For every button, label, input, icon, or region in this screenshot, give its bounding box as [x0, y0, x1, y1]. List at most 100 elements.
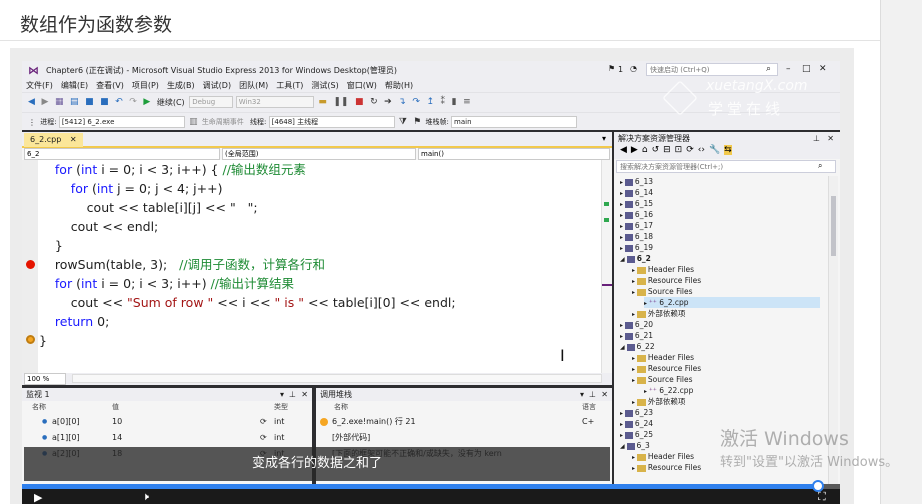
tab-6_2-cpp[interactable]: 6_2.cpp ✕: [24, 133, 83, 147]
menu-item[interactable]: 团队(M): [235, 79, 272, 92]
tree-item[interactable]: ▸ 6_19: [620, 242, 653, 253]
thread-select[interactable]: [4648] 主线程: [268, 116, 395, 128]
menu-item[interactable]: 查看(V): [92, 79, 128, 92]
tree-item[interactable]: ▸ 6_24: [620, 418, 653, 429]
notification-flag-icon[interactable]: ⚑: [608, 64, 615, 73]
new-project-icon[interactable]: ▦: [55, 97, 64, 107]
stack-frame-select[interactable]: main: [451, 116, 578, 128]
open-icon[interactable]: ▤: [70, 97, 79, 107]
menu-item[interactable]: 调试(D): [199, 79, 235, 92]
tree-item[interactable]: ▸ Header Files: [632, 352, 694, 363]
forward-icon[interactable]: ▶: [41, 97, 48, 107]
tree-item[interactable]: ▸ Header Files: [632, 264, 694, 275]
step-out-icon[interactable]: ↥: [426, 97, 434, 107]
volume-icon[interactable]: 🕨: [142, 490, 149, 504]
collapse-icon[interactable]: ⊟: [663, 145, 671, 155]
comment-icon[interactable]: ≡: [463, 97, 471, 107]
watch-value[interactable]: 14: [112, 430, 122, 446]
tab-close-icon[interactable]: ✕: [70, 135, 77, 144]
maximize-button[interactable]: □: [802, 64, 811, 74]
tree-item[interactable]: ◢ 6_3: [620, 440, 650, 451]
platform-select[interactable]: Win32: [235, 96, 314, 108]
fullscreen-icon[interactable]: ⛶: [818, 490, 826, 504]
menu-item[interactable]: 编辑(E): [57, 79, 92, 92]
tree-item[interactable]: ▸ 6_23: [620, 407, 653, 418]
panel-close-icon[interactable]: ✕: [827, 132, 834, 145]
tree-item[interactable]: ▸ 外部依赖项: [632, 396, 685, 407]
stop-icon[interactable]: ■: [355, 97, 364, 107]
continue-icon[interactable]: ▶: [143, 97, 150, 107]
tree-item[interactable]: ▸ 6_17: [620, 220, 653, 231]
show-all-icon[interactable]: ⊡: [675, 145, 683, 155]
tree-item[interactable]: ▸ Resource Files: [632, 363, 701, 374]
refresh-icon[interactable]: ⟳: [260, 414, 267, 430]
process-select[interactable]: [5412] 6_2.exe: [58, 116, 185, 128]
filter-icon[interactable]: ⧩: [399, 117, 407, 127]
attach-icon[interactable]: ▬: [318, 97, 327, 107]
continue-button[interactable]: 继续(C): [157, 97, 185, 108]
save-all-icon[interactable]: ■: [100, 97, 109, 107]
pin-icon[interactable]: ⊥: [589, 388, 596, 401]
step-over-icon[interactable]: ↷: [412, 97, 420, 107]
tree-item[interactable]: ▸ ⁺⁺ 6_2.cpp: [644, 297, 820, 308]
undo-icon[interactable]: ↶: [115, 97, 123, 107]
se-back-icon[interactable]: ◀: [620, 145, 627, 155]
tree-item[interactable]: ▸ 外部依赖项: [632, 308, 685, 319]
tree-item[interactable]: ▸ 6_13: [620, 176, 653, 187]
pin-icon[interactable]: ⊥: [813, 132, 820, 145]
lifecycle-events-button[interactable]: 生命周期事件: [202, 118, 244, 126]
step-into-icon[interactable]: ↴: [398, 97, 406, 107]
watch-value[interactable]: 10: [112, 414, 122, 430]
view-code-icon[interactable]: ‹›: [698, 145, 705, 155]
nav-scope-select[interactable]: (全局范围): [222, 148, 416, 160]
tree-item[interactable]: ▸ 6_21: [620, 330, 653, 341]
feedback-icon[interactable]: ◔: [630, 64, 637, 73]
column-name[interactable]: 名称: [32, 402, 46, 412]
column-language[interactable]: 语言: [582, 402, 596, 412]
tree-item[interactable]: ▸ 6_14: [620, 187, 653, 198]
quick-launch-input[interactable]: [646, 63, 778, 76]
config-select[interactable]: Debug: [189, 96, 234, 108]
panel-close-icon[interactable]: ✕: [301, 388, 308, 401]
tree-item[interactable]: ◢ 6_22: [620, 341, 655, 352]
column-name[interactable]: 名称: [334, 402, 348, 412]
editor-gutter[interactable]: [22, 160, 38, 373]
sync-icon[interactable]: ⇆: [724, 145, 732, 155]
breakpoint-icon[interactable]: [26, 260, 35, 269]
solution-search-input[interactable]: [616, 160, 836, 173]
column-type[interactable]: 类型: [274, 402, 288, 412]
call-stack-frame[interactable]: 6_2.exe!main() 行 21: [332, 414, 416, 430]
menu-item[interactable]: 项目(P): [128, 79, 163, 92]
menu-item[interactable]: 工具(T): [272, 79, 307, 92]
flag-threads-icon[interactable]: ⚑: [413, 117, 421, 127]
panel-close-icon[interactable]: ✕: [601, 388, 608, 401]
scroll-thumb[interactable]: [831, 196, 836, 256]
menu-item[interactable]: 文件(F): [22, 79, 57, 92]
tree-item[interactable]: ▸ Resource Files: [632, 275, 701, 286]
watch-name[interactable]: a[0][0]: [52, 414, 80, 430]
tree-item[interactable]: ▸ Header Files: [632, 451, 694, 462]
back-icon[interactable]: ◀: [28, 97, 35, 107]
close-button[interactable]: ✕: [819, 64, 827, 74]
save-icon[interactable]: ■: [85, 97, 94, 107]
tree-item[interactable]: ▸ 6_20: [620, 319, 653, 330]
bookmark-icon[interactable]: ▮: [452, 97, 457, 107]
tree-item[interactable]: ▸ Source Files: [632, 374, 693, 385]
column-value[interactable]: 值: [112, 402, 119, 412]
pin-icon[interactable]: ⊥: [289, 388, 296, 401]
restart-icon[interactable]: ↻: [370, 97, 378, 107]
properties-icon[interactable]: 🔧: [709, 145, 720, 155]
tree-item[interactable]: ▸ 6_16: [620, 209, 653, 220]
page-scrollbar[interactable]: [880, 0, 922, 504]
horizontal-scrollbar[interactable]: [72, 374, 602, 383]
menu-item[interactable]: 窗口(W): [343, 79, 381, 92]
history-icon[interactable]: ↺: [652, 145, 660, 155]
progress-track[interactable]: [22, 480, 840, 492]
nav-file-select[interactable]: 6_2: [24, 148, 220, 160]
redo-icon[interactable]: ↷: [129, 97, 137, 107]
tree-item[interactable]: ▸ 6_15: [620, 198, 653, 209]
lifecycle-icon[interactable]: ▥: [189, 117, 198, 127]
home-icon[interactable]: ⌂: [642, 145, 648, 155]
call-stack-frame[interactable]: [外部代码]: [332, 430, 370, 446]
tab-dropdown-icon[interactable]: ▾: [602, 134, 606, 143]
